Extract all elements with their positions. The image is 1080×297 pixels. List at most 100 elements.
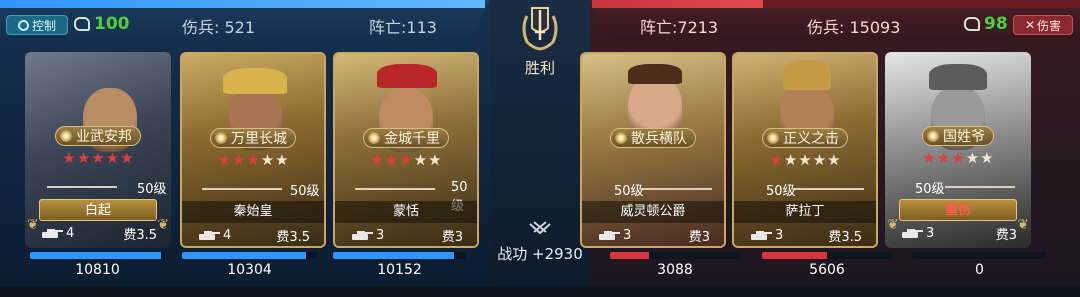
troop-hp-bar [30, 252, 165, 259]
tank-icon [196, 230, 220, 240]
troop-hp-value: 10152 [377, 262, 422, 278]
hero-card[interactable]: 散兵横队 50级 威灵顿公爵 3 费3 [580, 52, 726, 248]
troop-hp-bar [333, 252, 466, 259]
hero-name: 威灵顿公爵 [582, 201, 724, 223]
skill-name: 万里长城 [231, 131, 287, 147]
skill-badge[interactable]: 业武安邦 [55, 126, 141, 146]
troop-hp-bar [912, 252, 1047, 259]
hero-cost: 费3 [441, 229, 463, 245]
merit-gain: 战功 +2930 [497, 245, 583, 263]
star-icon: ★ [783, 151, 798, 169]
hero-card[interactable]: 万里长城 ★ ★ ★ ★ ★ 50级 秦始皇 4 费3.5 [180, 52, 326, 248]
star-icon: ★ [798, 151, 812, 169]
level-divider [47, 186, 117, 188]
star-icon: ★ [980, 149, 994, 167]
hero-cost: 费3 [688, 229, 710, 245]
star-icon: ★ [260, 151, 275, 169]
hero-name-text: 萨拉丁 [785, 204, 825, 219]
troop-hp-value: 10304 [227, 262, 272, 278]
star-icon: ★ [105, 149, 120, 167]
skill-badge[interactable]: 正义之击 [762, 128, 848, 148]
troop-count: 3 [623, 227, 632, 243]
laurel-icon: ❦ [887, 217, 899, 233]
hero-name-text: 白起 [84, 203, 111, 218]
skill-badge[interactable]: 金城千里 [363, 128, 449, 148]
star-icon: ★ [120, 149, 134, 167]
ally-energy-value: 100 [94, 14, 130, 34]
bottom-strip [0, 286, 1080, 297]
enemy-troop-bar [592, 0, 1080, 8]
troop-hp-value: 3088 [657, 262, 693, 278]
tank-icon [748, 230, 772, 240]
hero-name-text: 秦始皇 [233, 204, 273, 219]
skill-gem-icon [767, 132, 779, 144]
star-rating: ★ ★ ★ ★ ★ [922, 151, 993, 166]
energy-icon [964, 17, 980, 31]
troop-hp-value: 5606 [809, 262, 845, 278]
control-label: 控制 [31, 18, 56, 33]
star-icon: ★ [370, 151, 384, 169]
star-icon: ★ [384, 151, 399, 169]
troop-type: 3 [899, 226, 934, 241]
level-divider [202, 188, 282, 190]
troop-cost-row: 3 费3 [899, 223, 1017, 243]
skill-name: 国姓爷 [943, 129, 985, 145]
laurel-icon: ❦ [1017, 217, 1029, 233]
star-rating: ★ ★ ★ ★ ★ [769, 153, 840, 168]
skill-badge[interactable]: 万里长城 [210, 128, 296, 148]
laurel-sword-emblem [522, 7, 558, 51]
star-icon: ★ [428, 151, 442, 169]
tank-icon [596, 230, 620, 240]
troop-count: 3 [926, 225, 935, 241]
star-icon: ★ [413, 151, 428, 169]
troop-hp-value: 10810 [75, 262, 120, 278]
hero-cost: 费3.5 [828, 229, 862, 245]
enemy-energy-value: 98 [984, 14, 1008, 34]
troop-count: 3 [376, 227, 385, 243]
star-icon: ★ [812, 151, 827, 169]
troop-hp-bar [762, 252, 892, 259]
star-icon: ★ [936, 149, 951, 167]
hero-name: 秦始皇 [182, 201, 324, 223]
enemy-troop-fill [592, 0, 763, 8]
troop-count: 4 [66, 225, 75, 241]
troop-type: 4 [39, 226, 74, 241]
laurel-icon: ❦ [27, 217, 39, 233]
troop-hp-value: 0 [975, 262, 984, 278]
star-icon: ★ [231, 151, 246, 169]
tank-icon [899, 228, 923, 238]
skill-gem-icon [927, 130, 939, 142]
hero-card[interactable]: 金城千里★★★★★50级蒙恬3费3 [333, 52, 479, 248]
merit-icon [529, 221, 551, 235]
hero-name: 白起 [39, 199, 157, 221]
ally-killed: 阵亡:113 [369, 18, 437, 37]
troop-cost-row: 3 费3 [349, 225, 463, 245]
skill-badge[interactable]: 散兵横队 [610, 128, 696, 148]
enemy-energy: 98 [964, 14, 1008, 34]
hero-card[interactable]: 正义之击 ★ ★ ★ ★ ★ 50级 萨拉丁 3 费3.5 [732, 52, 878, 248]
control-icon [17, 19, 29, 31]
troop-hp-fill [182, 252, 307, 259]
star-icon: ★ [62, 149, 76, 167]
troop-cost-row: 3 费3 [596, 225, 710, 245]
ally-energy: 100 [74, 14, 130, 34]
troop-hp-fill [30, 252, 161, 259]
hero-name: 萨拉丁 [734, 201, 876, 223]
hero-card[interactable]: 业武安邦 ★ ★ ★ ★ ★ 50级 白起 4 费3.5 ❦ ❦ [25, 52, 171, 248]
control-button[interactable]: 控制 [6, 15, 68, 35]
damage-label: 伤害 [1037, 18, 1062, 33]
hero-name: 重伤 [899, 199, 1017, 221]
star-rating: ★ ★ ★ ★ ★ [370, 153, 441, 168]
damage-button[interactable]: ✕ 伤害 [1013, 15, 1073, 35]
hero-card[interactable]: 国姓爷 ★ ★ ★ ★ ★ 50级 重伤 3 费3 ❦ ❦ [885, 52, 1031, 248]
tank-icon [39, 228, 63, 238]
level-divider [945, 186, 1015, 188]
star-icon: ★ [91, 149, 105, 167]
star-icon: ★ [827, 151, 841, 169]
troop-hp-fill [610, 252, 649, 259]
star-icon: ★ [965, 149, 980, 167]
skill-badge[interactable]: 国姓爷 [922, 126, 994, 146]
hero-headgear [929, 64, 987, 90]
hero-cost: 费3.5 [123, 227, 157, 243]
troop-type: 3 [596, 228, 631, 243]
